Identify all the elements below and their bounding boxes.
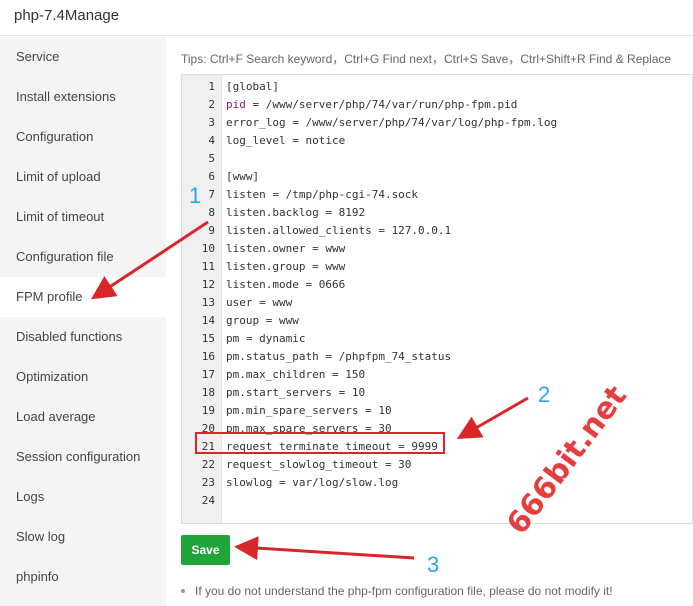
annotation-number-2: 2 [538,382,551,407]
line-number: 16 [201,350,215,363]
code-line[interactable]: listen.backlog = 8192 [226,204,692,222]
line-number: 14 [201,314,215,327]
pid-keyword: pid [226,98,246,111]
bullet-icon [181,588,185,593]
sidebar-item-fpm-profile[interactable]: FPM profile [0,277,166,317]
sidebar-item-load-average[interactable]: Load average [0,397,166,437]
sidebar-item-logs[interactable]: Logs [0,477,166,517]
code-line[interactable]: error_log = /www/server/php/74/var/log/p… [226,114,692,132]
line-number: 12 [201,278,215,291]
sidebar-item-slow-log[interactable]: Slow log [0,517,166,557]
line-number: 13 [201,296,215,309]
line-number: 4 [208,134,215,147]
code-line[interactable]: pm = dynamic [226,330,692,348]
line-number: 19 [201,404,215,417]
sidebar-item-configuration[interactable]: Configuration [0,117,166,157]
line-number: 2 [208,98,215,111]
line-number: 23 [201,476,215,489]
code-line[interactable]: pm.status_path = /phpfpm_74_status [226,348,692,366]
line-number: 22 [201,458,215,471]
window-header: php-7.4Manage [0,0,693,36]
code-line[interactable]: listen.mode = 0666 [226,276,692,294]
sidebar-item-session-configuration[interactable]: Session configuration [0,437,166,477]
code-line[interactable] [226,492,692,510]
code-line[interactable]: [global] [226,78,692,96]
line-number-gutter: 1 2 3 4 5 6 7 8 9 10 11 12 13 14 15 16 17 18 19 20 21 22 23 24 [182,75,222,523]
annotation-number-1: 1 [189,183,202,208]
code-line[interactable]: pm.max_children = 150 [226,366,692,384]
line-number: 6 [208,170,215,183]
line-number: 8 [208,206,215,219]
sidebar-item-disabled-functions[interactable]: Disabled functions [0,317,166,357]
line-number: 17 [201,368,215,381]
sidebar-item-limit-of-upload[interactable]: Limit of upload [0,157,166,197]
annotation-number-3: 3 [427,552,440,577]
code-line[interactable]: listen.owner = www [226,240,692,258]
code-line[interactable]: slowlog = var/log/slow.log [226,474,692,492]
line-number: 5 [208,152,215,165]
line-number: 18 [201,386,215,399]
code-line[interactable]: log_level = notice [226,132,692,150]
line-number: 10 [201,242,215,255]
code-line[interactable]: listen.group = www [226,258,692,276]
arrow-3 [234,536,415,561]
warning-note: If you do not understand the php-fpm con… [181,584,613,598]
line-number: 1 [208,80,215,93]
save-button[interactable]: Save [181,535,230,565]
code-line[interactable]: listen = /tmp/php-cgi-74.sock [226,186,692,204]
highlight-box-line-21 [195,432,445,454]
code-line[interactable]: listen.allowed_clients = 127.0.0.1 [226,222,692,240]
code-line[interactable] [226,150,692,168]
code-line[interactable]: user = www [226,294,692,312]
sidebar-item-service[interactable]: Service [0,37,166,77]
line-number: 7 [208,188,215,201]
warning-note-text: If you do not understand the php-fpm con… [195,584,613,598]
sidebar-menu: Service Install extensions Configuration Li… [0,37,166,606]
sidebar-item-install-extensions[interactable]: Install extensions [0,77,166,117]
line-number: 11 [201,260,215,273]
code-line[interactable]: [www] [226,168,692,186]
code-line[interactable]: group = www [226,312,692,330]
keyboard-tips: Tips: Ctrl+F Search keyword，Ctrl+G Find … [181,52,672,66]
code-editor[interactable]: 1 2 3 4 5 6 7 8 9 10 11 12 13 14 15 16 17 18 19 20 21 22 23 24 … [181,74,693,524]
line-number: 9 [208,224,215,237]
line-number: 15 [201,332,215,345]
line-number: 24 [201,494,215,507]
code-line[interactable]: pid = /www/server/php/74/var/run/php-fpm… [226,96,692,114]
sidebar-item-configuration-file[interactable]: Configuration file [0,237,166,277]
sidebar-item-limit-of-timeout[interactable]: Limit of timeout [0,197,166,237]
window-title: php-7.4Manage [14,7,120,24]
sidebar-item-phpinfo[interactable]: phpinfo [0,557,166,597]
code-line[interactable]: request_slowlog_timeout = 30 [226,456,692,474]
line-number: 3 [208,116,215,129]
sidebar-item-optimization[interactable]: Optimization [0,357,166,397]
